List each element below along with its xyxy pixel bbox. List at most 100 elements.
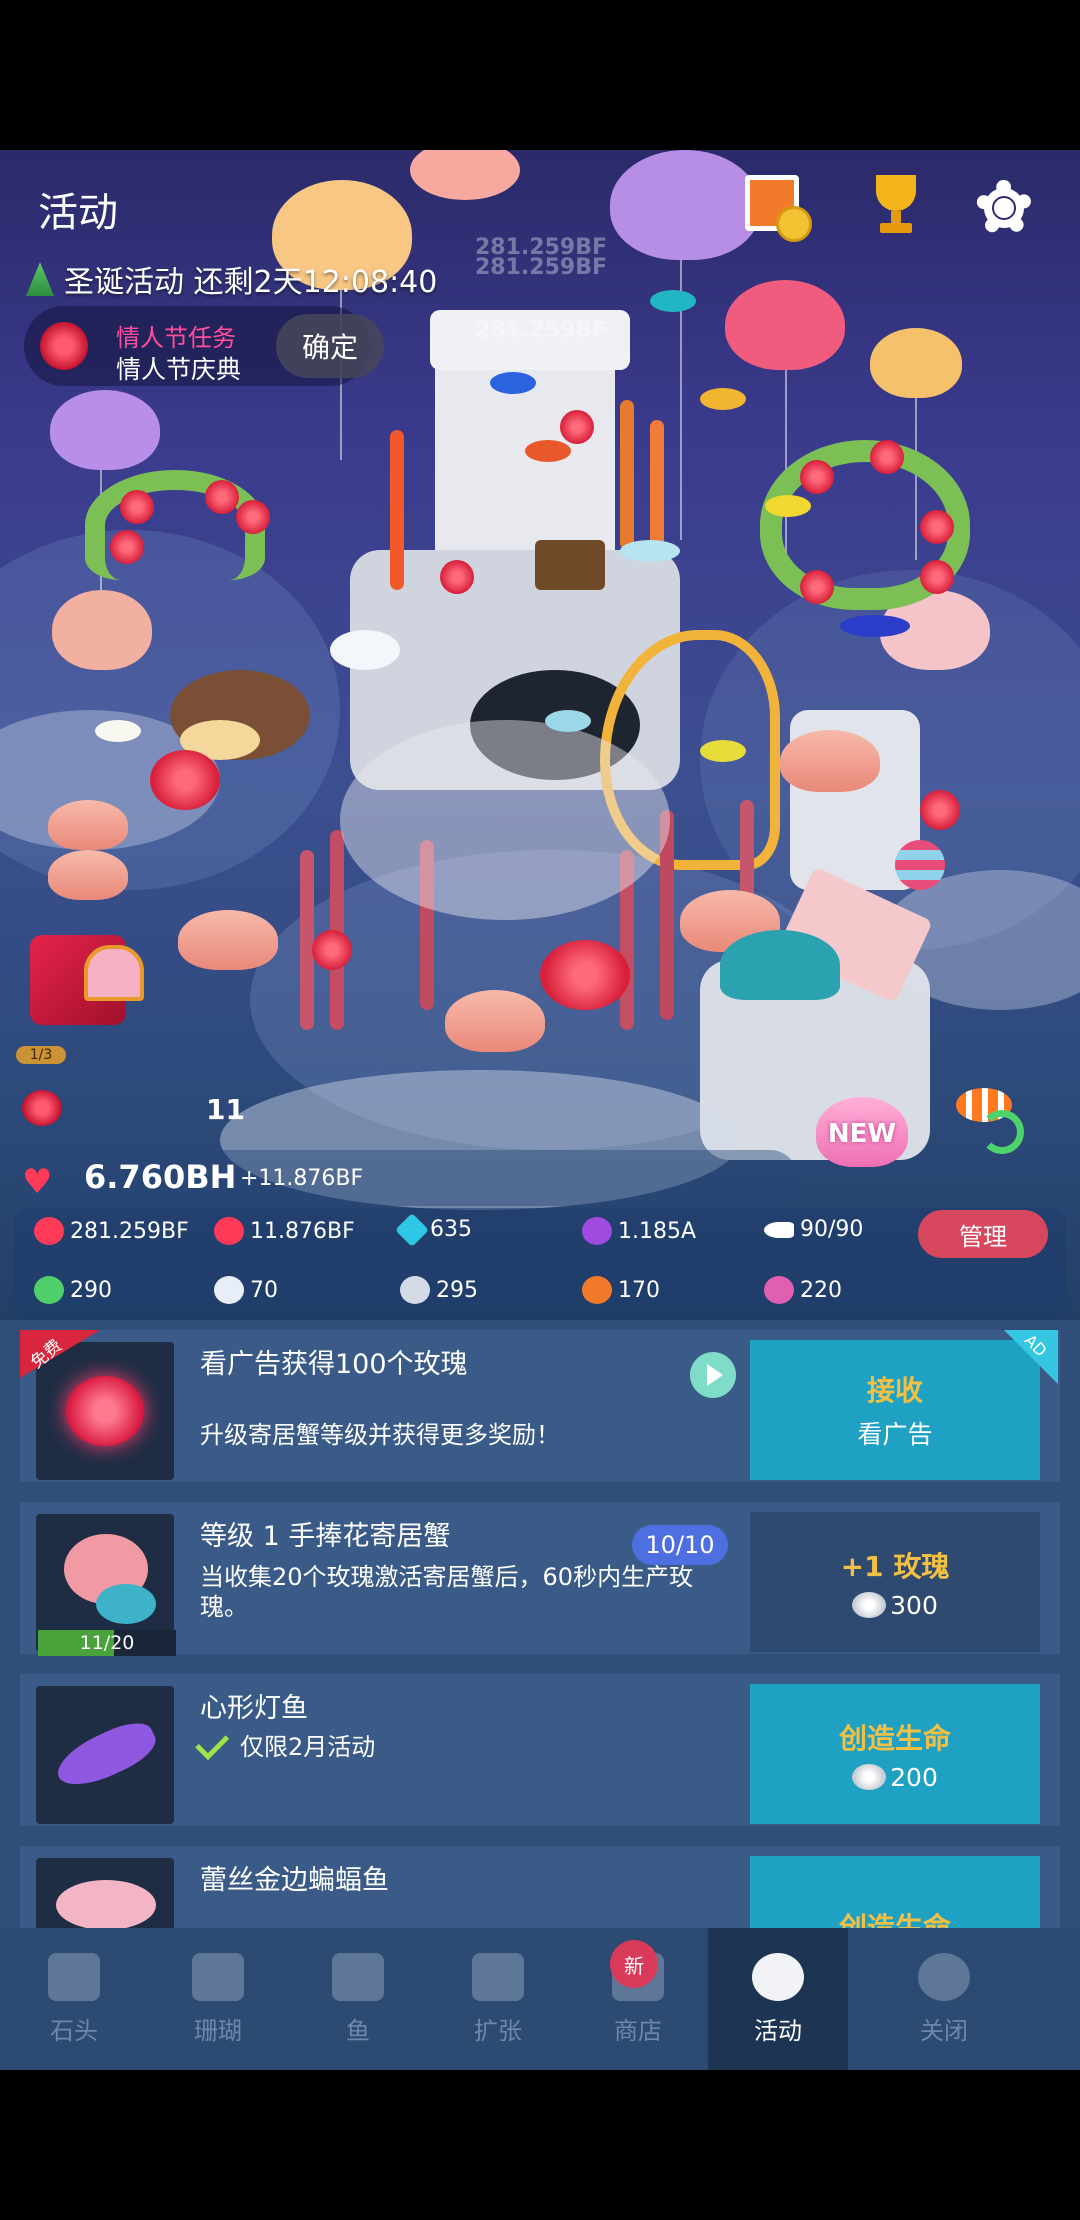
status-bar-area: [0, 0, 1080, 150]
resource-count-5: 220: [800, 1277, 842, 1303]
resource-stat-2: 70: [214, 1276, 278, 1304]
rose-icon: [752, 1952, 804, 2001]
diamond-stat: 635: [395, 1212, 472, 1247]
item-title: 心形灯鱼: [200, 1693, 308, 1724]
fish-capacity-stat: 90/90: [764, 1217, 863, 1242]
fish-refresh-button[interactable]: [946, 1082, 1036, 1162]
batfish-icon: [56, 1880, 156, 1928]
new-shell-button[interactable]: NEW: [816, 1085, 908, 1175]
action-main-label: 创造生命: [838, 1721, 951, 1755]
list-item: 心形灯鱼 仅限2月活动 创造生命 200: [20, 1674, 1060, 1826]
create-life-button[interactable]: 创造生命: [750, 1856, 1040, 1928]
resource-count-3: 295: [436, 1277, 478, 1303]
item-title: 蕾丝金边蝙蝠鱼: [200, 1865, 389, 1896]
fish-icon: [332, 1952, 384, 2001]
shell-icon: [96, 1584, 156, 1624]
item-description: 升级寄居蟹等级并获得更多奖励！: [200, 1421, 560, 1449]
nav-expand[interactable]: 扩张: [428, 1928, 568, 2070]
expand-icon: [472, 1952, 524, 2001]
per-second-stat: 11.876BF: [214, 1217, 355, 1245]
activity-item-list[interactable]: 看广告获得100个玫瑰 升级寄居蟹等级并获得更多奖励！ 接收 看广告 等级 1 …: [0, 1320, 1080, 1928]
create-life-button[interactable]: 创造生命 200: [750, 1684, 1040, 1824]
heart-icon: ♥: [22, 1162, 53, 1202]
green-leaf-icon: [34, 1276, 64, 1304]
nav-label: 扩张: [474, 2016, 522, 2045]
refresh-icon: [980, 1110, 1024, 1154]
photo-album-icon[interactable]: [745, 175, 812, 242]
resource-stat-3: 295: [400, 1276, 478, 1304]
receive-ad-button[interactable]: 接收 看广告: [750, 1340, 1040, 1480]
list-item: 看广告获得100个玫瑰 升级寄居蟹等级并获得更多奖励！ 接收 看广告: [20, 1330, 1060, 1482]
item-description: 当收集20个玫瑰激活寄居蟹后，60秒内生产玫瑰。: [200, 1563, 694, 1621]
manage-button[interactable]: 管理: [918, 1210, 1048, 1258]
heart-tap-icon: [34, 1217, 64, 1245]
add-rose-button[interactable]: +1 玫瑰 300: [750, 1512, 1040, 1652]
collection-progress-bar: 11/20: [38, 1630, 176, 1656]
level-badge: 10/10: [632, 1525, 728, 1565]
item-thumbnail: [36, 1686, 174, 1824]
settings-gear-icon[interactable]: [976, 180, 1032, 236]
list-item: 等级 1 手捧花寄居蟹 当收集20个玫瑰激活寄居蟹后，60秒内生产玫瑰。 +1 …: [20, 1502, 1060, 1654]
white-rose-icon: [852, 1764, 887, 1790]
heart-balloon: [52, 590, 152, 670]
new-badge-label: NEW: [827, 1119, 897, 1149]
anemone-icon: [400, 1276, 430, 1304]
floating-earning: 281.259BF: [475, 318, 607, 343]
ornament-ball: [895, 840, 945, 890]
nav-label: 活动: [754, 2016, 802, 2045]
trophy-icon[interactable]: [868, 175, 924, 235]
nav-fish[interactable]: 鱼: [288, 1928, 428, 2070]
progress-text: 11/20: [79, 1632, 135, 1654]
heart-balloon: [870, 328, 962, 398]
item-thumbnail: [36, 1858, 174, 1928]
love-rate: +11.876BF: [240, 1166, 364, 1191]
confirm-button[interactable]: 确定: [276, 314, 384, 378]
nav-label: 石头: [50, 2016, 98, 2045]
event-countdown-text: 圣诞活动 还剩2天12:08:40: [64, 265, 438, 300]
system-bar-area: [0, 2070, 1080, 2220]
item-limited-note: 仅限2月活动: [195, 1726, 740, 1762]
pearl-stat: 1.185A: [582, 1217, 696, 1245]
nav-label: 关闭: [920, 2016, 968, 2045]
crab-icon: [582, 1276, 612, 1304]
cost-value: 200: [890, 1762, 938, 1792]
valentine-task-label: 情人节任务: [116, 324, 236, 352]
nav-close[interactable]: 关闭: [848, 1928, 1040, 2070]
heart-balloon: [50, 390, 160, 470]
per-second-value: 11.876BF: [250, 1218, 355, 1244]
tap-value: 281.259BF: [70, 1218, 189, 1244]
rose-icon: [40, 322, 88, 370]
heart-timer-icon: [214, 1217, 244, 1245]
rose-icon: [22, 1090, 62, 1126]
white-coral-icon: [214, 1276, 244, 1304]
nav-stone[interactable]: 石头: [0, 1928, 148, 2070]
bottom-navigation: 石头 珊瑚 鱼 扩张 商店 活动 关闭: [0, 1928, 1080, 2070]
valentine-subtitle: 情人节庆典: [116, 355, 242, 384]
heart-balloon: [725, 280, 845, 370]
pearl-icon: [582, 1217, 612, 1245]
diamond-count: 635: [430, 1217, 472, 1242]
seahorse-icon: [764, 1276, 794, 1304]
gift-progress: 1/3: [16, 1046, 66, 1064]
fish-capacity: 90/90: [800, 1217, 864, 1242]
teal-plant: [720, 930, 840, 1000]
close-down-icon: [918, 1952, 970, 2001]
nav-activity[interactable]: 活动: [708, 1928, 848, 2070]
gift-box-icon[interactable]: [30, 935, 144, 1025]
nav-label: 商店: [614, 2016, 662, 2045]
action-cost: 200: [852, 1763, 938, 1792]
event-countdown[interactable]: 圣诞活动 还剩2天12:08:40: [26, 257, 437, 301]
heart-balloon: [410, 150, 520, 200]
diamond-icon: [395, 1212, 429, 1247]
stone-icon: [48, 1952, 100, 2001]
valentine-task-banner[interactable]: 情人节任务 情人节庆典 确定: [24, 306, 384, 386]
heart-balloon: [610, 150, 760, 260]
item-title: 看广告获得100个玫瑰: [200, 1349, 468, 1380]
nav-coral[interactable]: 珊瑚: [148, 1928, 288, 2070]
action-main-label: 接收: [866, 1374, 923, 1407]
action-main-label: +1 玫瑰: [840, 1549, 950, 1583]
pearl-count: 1.185A: [618, 1218, 697, 1244]
shop-new-badge: 新: [610, 1940, 658, 1988]
fish-icon: [764, 1221, 794, 1238]
tap-value-stat: 281.259BF: [34, 1217, 189, 1245]
